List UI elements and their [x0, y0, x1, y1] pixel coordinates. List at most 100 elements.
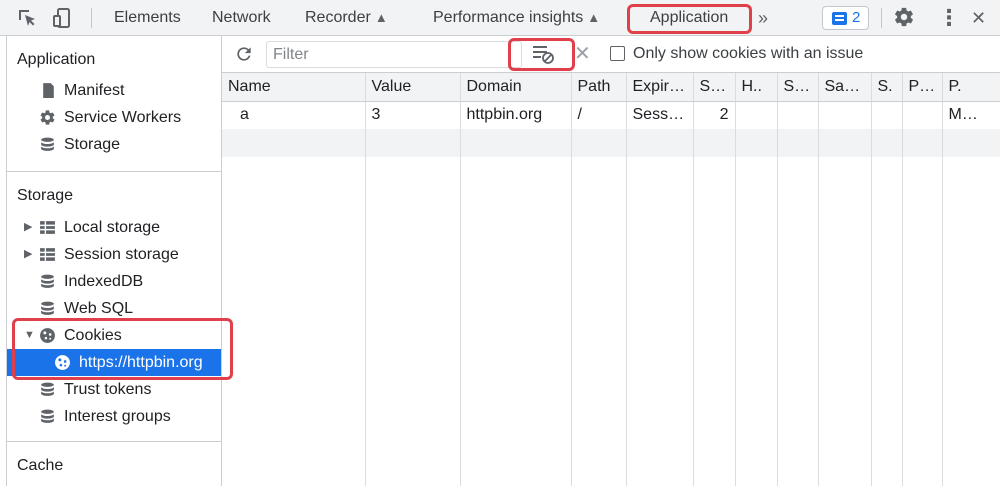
column-header[interactable]: P. — [942, 73, 1000, 102]
column-divider — [777, 129, 778, 486]
sidebar-item-label: Manifest — [64, 82, 125, 99]
kebab-menu-icon[interactable]: ⋮ — [938, 0, 960, 36]
column-header[interactable]: S. — [871, 73, 903, 102]
flask-icon: ▲ — [374, 10, 388, 25]
column-header[interactable]: S… — [693, 73, 736, 102]
grid-icon — [40, 248, 55, 261]
inspect-element-icon[interactable] — [16, 7, 38, 29]
table-cell: httpbin.org — [460, 101, 572, 129]
column-header[interactable]: Domain — [460, 73, 572, 102]
sidebar-item-local-storage[interactable]: ▶ Local storage — [7, 214, 221, 241]
section-title-application: Application — [17, 51, 96, 68]
clear-all-cookies-icon[interactable] — [531, 43, 555, 65]
table-cell: 3 — [365, 101, 461, 129]
sidebar-item-service-workers[interactable]: Service Workers — [7, 104, 221, 131]
tab-elements-label: Elements — [114, 9, 181, 26]
database-icon — [41, 382, 54, 396]
sidebar-item-manifest[interactable]: Manifest — [7, 77, 221, 104]
delete-selected-icon[interactable]: ✕ — [574, 38, 591, 70]
table-row[interactable]: a 3 httpbin.org / Sess… 2 M… — [222, 101, 1000, 129]
tab-performance-insights-label: Performance insights — [433, 9, 584, 26]
column-divider — [693, 129, 694, 486]
column-divider — [571, 129, 572, 486]
device-toggle-icon[interactable] — [52, 7, 74, 29]
section-title-storage: Storage — [17, 187, 74, 204]
only-issues-label: Only show cookies with an issue — [633, 45, 864, 62]
filter-input[interactable] — [266, 41, 522, 68]
tab-performance-insights[interactable]: Performance insights ▲ — [433, 0, 600, 36]
sidebar-divider — [7, 171, 221, 172]
issues-badge[interactable]: 2 — [822, 6, 869, 30]
close-icon[interactable]: ✕ — [971, 0, 986, 36]
sidebar-item-cookies[interactable]: ▼ Cookies — [7, 322, 221, 349]
column-divider — [460, 129, 461, 486]
database-icon — [41, 137, 54, 151]
column-header[interactable]: Value — [365, 73, 461, 102]
column-header[interactable]: Sa… — [818, 73, 872, 102]
expand-triangle-icon[interactable]: ▶ — [24, 241, 32, 268]
sidebar-item-cookie-origin[interactable]: https://httpbin.org — [7, 349, 221, 376]
gear-icon — [40, 110, 55, 125]
tab-recorder[interactable]: Recorder ▲ — [305, 0, 388, 36]
column-divider — [902, 129, 903, 486]
sidebar-item-label: https://httpbin.org — [79, 354, 203, 371]
sidebar-divider — [7, 441, 221, 442]
gear-icon[interactable] — [893, 6, 915, 28]
cookies-table: Name Value Domain Path Expir… S… H.. S… … — [222, 73, 1000, 157]
database-icon — [41, 301, 54, 315]
table-cell — [818, 101, 872, 129]
section-title-cache: Cache — [17, 457, 64, 474]
column-header[interactable]: Name — [222, 73, 366, 102]
table-cell — [902, 101, 943, 129]
sidebar-item-session-storage[interactable]: ▶ Session storage — [7, 241, 221, 268]
expand-triangle-icon[interactable]: ▶ — [24, 214, 32, 241]
column-divider — [626, 129, 627, 486]
sidebar-item-web-sql[interactable]: Web SQL — [7, 295, 221, 322]
column-divider — [818, 129, 819, 486]
cookies-toolbar: ✕ Only show cookies with an issue — [222, 36, 1000, 73]
tab-application[interactable]: Application — [650, 0, 728, 36]
table-cell: / — [571, 101, 627, 129]
column-divider — [735, 129, 736, 486]
chevron-double-right-icon[interactable]: » — [758, 0, 768, 36]
sidebar-item-label: IndexedDB — [64, 273, 144, 290]
tab-network-label: Network — [212, 9, 271, 26]
column-divider — [871, 129, 872, 486]
tab-elements[interactable]: Elements — [114, 0, 181, 36]
table-cell: Sess… — [626, 101, 694, 129]
sidebar-item-label: Local storage — [64, 219, 161, 236]
tab-network[interactable]: Network — [212, 0, 271, 36]
sidebar-item-label: Service Workers — [64, 109, 182, 126]
column-header[interactable]: P… — [902, 73, 943, 102]
table-header-row: Name Value Domain Path Expir… S… H.. S… … — [222, 73, 1000, 102]
toolbar-divider — [881, 8, 882, 28]
refresh-icon[interactable] — [234, 44, 254, 64]
sidebar-item-label: Trust tokens — [64, 381, 152, 398]
flask-icon: ▲ — [587, 10, 601, 25]
sidebar-item-indexeddb[interactable]: IndexedDB — [7, 268, 221, 295]
sidebar-item-interest-groups[interactable]: Interest groups — [7, 403, 221, 430]
sidebar-item-trust-tokens[interactable]: Trust tokens — [7, 376, 221, 403]
sidebar-item-label: Storage — [64, 136, 121, 153]
column-header[interactable]: Expir… — [626, 73, 694, 102]
database-icon — [41, 274, 54, 288]
table-cell — [735, 101, 778, 129]
column-divider — [942, 129, 943, 486]
column-header[interactable]: S… — [777, 73, 819, 102]
table-cell — [777, 101, 819, 129]
database-icon — [41, 409, 54, 423]
grid-icon — [40, 221, 55, 234]
table-cell: 2 — [693, 101, 736, 129]
cookie-icon — [55, 355, 70, 370]
only-issues-checkbox[interactable] — [610, 46, 625, 61]
sidebar-item-label: Web SQL — [64, 300, 134, 317]
collapse-triangle-icon[interactable]: ▼ — [24, 322, 35, 349]
column-header[interactable]: Path — [571, 73, 627, 102]
tab-recorder-label: Recorder — [305, 9, 371, 26]
toolbar-divider — [91, 8, 92, 28]
tab-application-label: Application — [650, 9, 729, 26]
sidebar-item-storage[interactable]: Storage — [7, 131, 221, 158]
column-header[interactable]: H.. — [735, 73, 778, 102]
cookies-panel: ✕ Only show cookies with an issue Name V… — [222, 36, 1000, 486]
application-sidebar: Application Manifest Service Workers Sto… — [6, 36, 222, 486]
